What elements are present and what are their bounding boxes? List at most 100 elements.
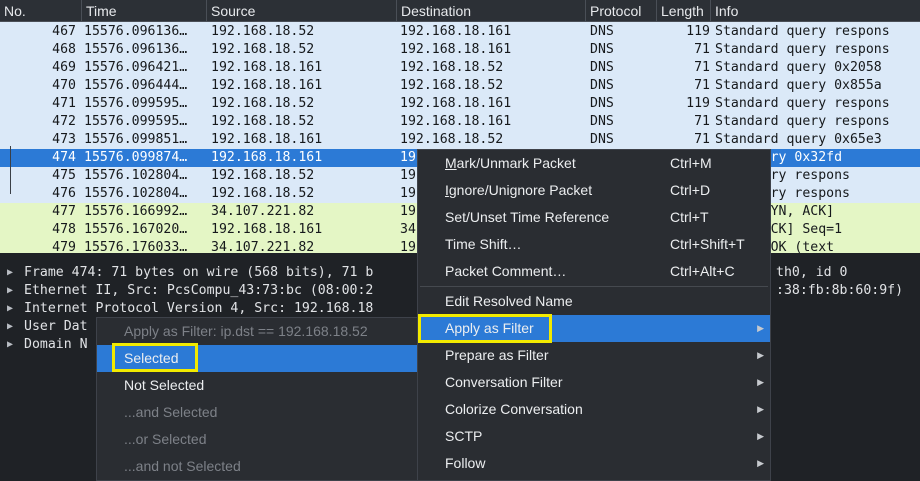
packet-proto-cell: DNS bbox=[590, 132, 614, 147]
packet-info-cell: Standard query respons bbox=[715, 24, 890, 39]
packet-info-cell: Standard query 0x855a bbox=[715, 78, 882, 93]
menu-item-prepare-as-filter[interactable]: Prepare as Filter ▶ bbox=[418, 342, 770, 369]
packet-time-cell: 15576.099595… bbox=[84, 96, 188, 111]
column-protocol[interactable]: Protocol bbox=[586, 0, 657, 22]
packet-proto-cell: DNS bbox=[590, 24, 614, 39]
packet-info-cell: Standard query 0x2058 bbox=[715, 60, 882, 75]
packet-dst-cell: 192.168.18.52 bbox=[400, 60, 504, 75]
submenu-title: Apply as Filter: ip.dst == 192.168.18.52 bbox=[97, 318, 417, 345]
packet-dst-cell: 192.168.18.161 bbox=[400, 96, 512, 111]
detail-row-text: Ethernet II, Src: PcsCompu_43:73:bc (08:… bbox=[24, 283, 374, 298]
packet-no-cell: 471 bbox=[52, 96, 76, 111]
packet-proto-cell: DNS bbox=[590, 78, 614, 93]
packet-src-cell: 192.168.18.161 bbox=[211, 60, 323, 75]
packet-row[interactable]: 473 15576.099851… 192.168.18.161 192.168.18… bbox=[0, 131, 920, 149]
submenu-title-label: Apply as Filter: ip.dst == 192.168.18.52 bbox=[124, 323, 368, 339]
submenu-item-label: Not Selected bbox=[124, 377, 205, 393]
column-source[interactable]: Source bbox=[207, 0, 397, 22]
menu-item-label: Follow bbox=[445, 455, 486, 471]
menu-item-follow[interactable]: Follow ▶ bbox=[418, 450, 770, 477]
packet-time-cell: 15576.096136… bbox=[84, 42, 188, 57]
menu-item-ignore-unignore-packet[interactable]: Ignore/Unignore Packet Ctrl+D bbox=[418, 177, 770, 204]
submenu-arrow-icon: ▶ bbox=[757, 404, 764, 414]
packet-time-cell: 15576.176033… bbox=[84, 240, 188, 253]
packet-dst-cell: 192.168.18.161 bbox=[400, 114, 512, 129]
packet-list-header: No. Time Source Destination Protocol Len… bbox=[0, 0, 920, 22]
column-info[interactable]: Info bbox=[711, 0, 920, 22]
menu-item-conversation-filter[interactable]: Conversation Filter ▶ bbox=[418, 369, 770, 396]
packet-src-cell: 34.107.221.82 bbox=[211, 240, 315, 253]
menu-item-mark-unmark-packet[interactable]: Mark/Unmark Packet Ctrl+M bbox=[418, 150, 770, 177]
expand-arrow-icon[interactable]: ▶ bbox=[7, 264, 13, 282]
detail-row-text: Internet Protocol Version 4, Src: 192.16… bbox=[24, 301, 374, 316]
packet-len-cell: 119 bbox=[686, 96, 710, 111]
submenu-arrow-icon: ▶ bbox=[757, 323, 764, 333]
submenu-item-and-selected[interactable]: ...and Selected bbox=[97, 399, 417, 426]
packet-src-cell: 192.168.18.161 bbox=[211, 150, 323, 165]
submenu-item-or-selected[interactable]: ...or Selected bbox=[97, 426, 417, 453]
packet-row[interactable]: 468 15576.096136… 192.168.18.52 192.168.18.… bbox=[0, 41, 920, 59]
packet-no-cell: 467 bbox=[52, 24, 76, 39]
submenu-item-and-not-selected[interactable]: ...and not Selected bbox=[97, 453, 417, 480]
menu-item-shortcut: Ctrl+D bbox=[670, 182, 711, 198]
expand-arrow-icon[interactable]: ▶ bbox=[7, 318, 13, 336]
menu-item-label: Ignore/Unignore Packet bbox=[445, 182, 593, 198]
packet-src-cell: 192.168.18.52 bbox=[211, 186, 315, 201]
submenu-arrow-icon: ▶ bbox=[757, 431, 764, 441]
packet-no-cell: 476 bbox=[52, 186, 76, 201]
menu-item-packet-comment[interactable]: Packet Comment… Ctrl+Alt+C bbox=[418, 258, 770, 285]
packet-row[interactable]: 470 15576.096444… 192.168.18.161 192.168.18… bbox=[0, 77, 920, 95]
detail-row-tail: th0, id 0 bbox=[776, 265, 848, 280]
packet-info-cell: Standard query respons bbox=[715, 42, 890, 57]
submenu-item-not-selected[interactable]: Not Selected bbox=[97, 372, 417, 399]
menu-item-shortcut: Ctrl+M bbox=[670, 155, 712, 171]
submenu-arrow-icon: ▶ bbox=[757, 377, 764, 387]
packet-time-cell: 15576.166992… bbox=[84, 204, 188, 219]
packet-no-cell: 474 bbox=[52, 150, 76, 165]
packet-len-cell: 71 bbox=[694, 132, 710, 147]
packet-row[interactable]: 469 15576.096421… 192.168.18.161 192.168.18… bbox=[0, 59, 920, 77]
submenu-item-label: ...or Selected bbox=[124, 431, 207, 447]
column-time[interactable]: Time bbox=[82, 0, 207, 22]
packet-src-cell: 192.168.18.52 bbox=[211, 114, 315, 129]
detail-row-text: Domain N bbox=[24, 337, 88, 352]
menu-separator bbox=[420, 286, 768, 287]
packet-time-cell: 15576.096421… bbox=[84, 60, 188, 75]
menu-item-time-shift[interactable]: Time Shift… Ctrl+Shift+T bbox=[418, 231, 770, 258]
detail-row-tail: :38:fb:8b:60:9f) bbox=[776, 283, 904, 298]
packet-no-cell: 475 bbox=[52, 168, 76, 183]
packet-src-cell: 192.168.18.52 bbox=[211, 168, 315, 183]
menu-item-label: Conversation Filter bbox=[445, 374, 563, 390]
apply-as-filter-submenu: Apply as Filter: ip.dst == 192.168.18.52… bbox=[96, 317, 418, 481]
menu-item-shortcut: Ctrl+Alt+C bbox=[670, 263, 735, 279]
column-destination[interactable]: Destination bbox=[397, 0, 586, 22]
menu-item-label: Edit Resolved Name bbox=[445, 293, 573, 309]
column-length[interactable]: Length bbox=[657, 0, 711, 22]
column-no[interactable]: No. bbox=[0, 0, 82, 22]
packet-no-cell: 479 bbox=[52, 240, 76, 253]
expand-arrow-icon[interactable]: ▶ bbox=[7, 300, 13, 318]
expand-arrow-icon[interactable]: ▶ bbox=[7, 282, 13, 300]
menu-item-label: Mark/Unmark Packet bbox=[445, 155, 576, 171]
menu-item-shortcut: Ctrl+Shift+T bbox=[670, 236, 745, 252]
packet-proto-cell: DNS bbox=[590, 42, 614, 57]
packet-info-cell: Standard query 0x65e3 bbox=[715, 132, 882, 147]
packet-src-cell: 192.168.18.161 bbox=[211, 222, 323, 237]
packet-src-cell: 192.168.18.52 bbox=[211, 42, 315, 57]
expand-arrow-icon[interactable]: ▶ bbox=[7, 336, 13, 354]
packet-proto-cell: DNS bbox=[590, 60, 614, 75]
packet-row[interactable]: 472 15576.099595… 192.168.18.52 192.168.18.… bbox=[0, 113, 920, 131]
packet-no-cell: 470 bbox=[52, 78, 76, 93]
packet-src-cell: 192.168.18.161 bbox=[211, 132, 323, 147]
menu-item-label: Time Shift… bbox=[445, 236, 522, 252]
menu-item-label: SCTP bbox=[445, 428, 483, 444]
packet-row[interactable]: 471 15576.099595… 192.168.18.52 192.168.18.… bbox=[0, 95, 920, 113]
menu-item-edit-resolved-name[interactable]: Edit Resolved Name bbox=[418, 288, 770, 315]
packet-info-cell: Standard query respons bbox=[715, 114, 890, 129]
highlight-box-selected bbox=[112, 343, 198, 372]
packet-row[interactable]: 467 15576.096136… 192.168.18.52 192.168.18.… bbox=[0, 23, 920, 41]
menu-item-colorize-conversation[interactable]: Colorize Conversation ▶ bbox=[418, 396, 770, 423]
menu-item-set-unset-time-reference[interactable]: Set/Unset Time Reference Ctrl+T bbox=[418, 204, 770, 231]
menu-item-sctp[interactable]: SCTP ▶ bbox=[418, 423, 770, 450]
menu-item-shortcut: Ctrl+T bbox=[670, 209, 709, 225]
